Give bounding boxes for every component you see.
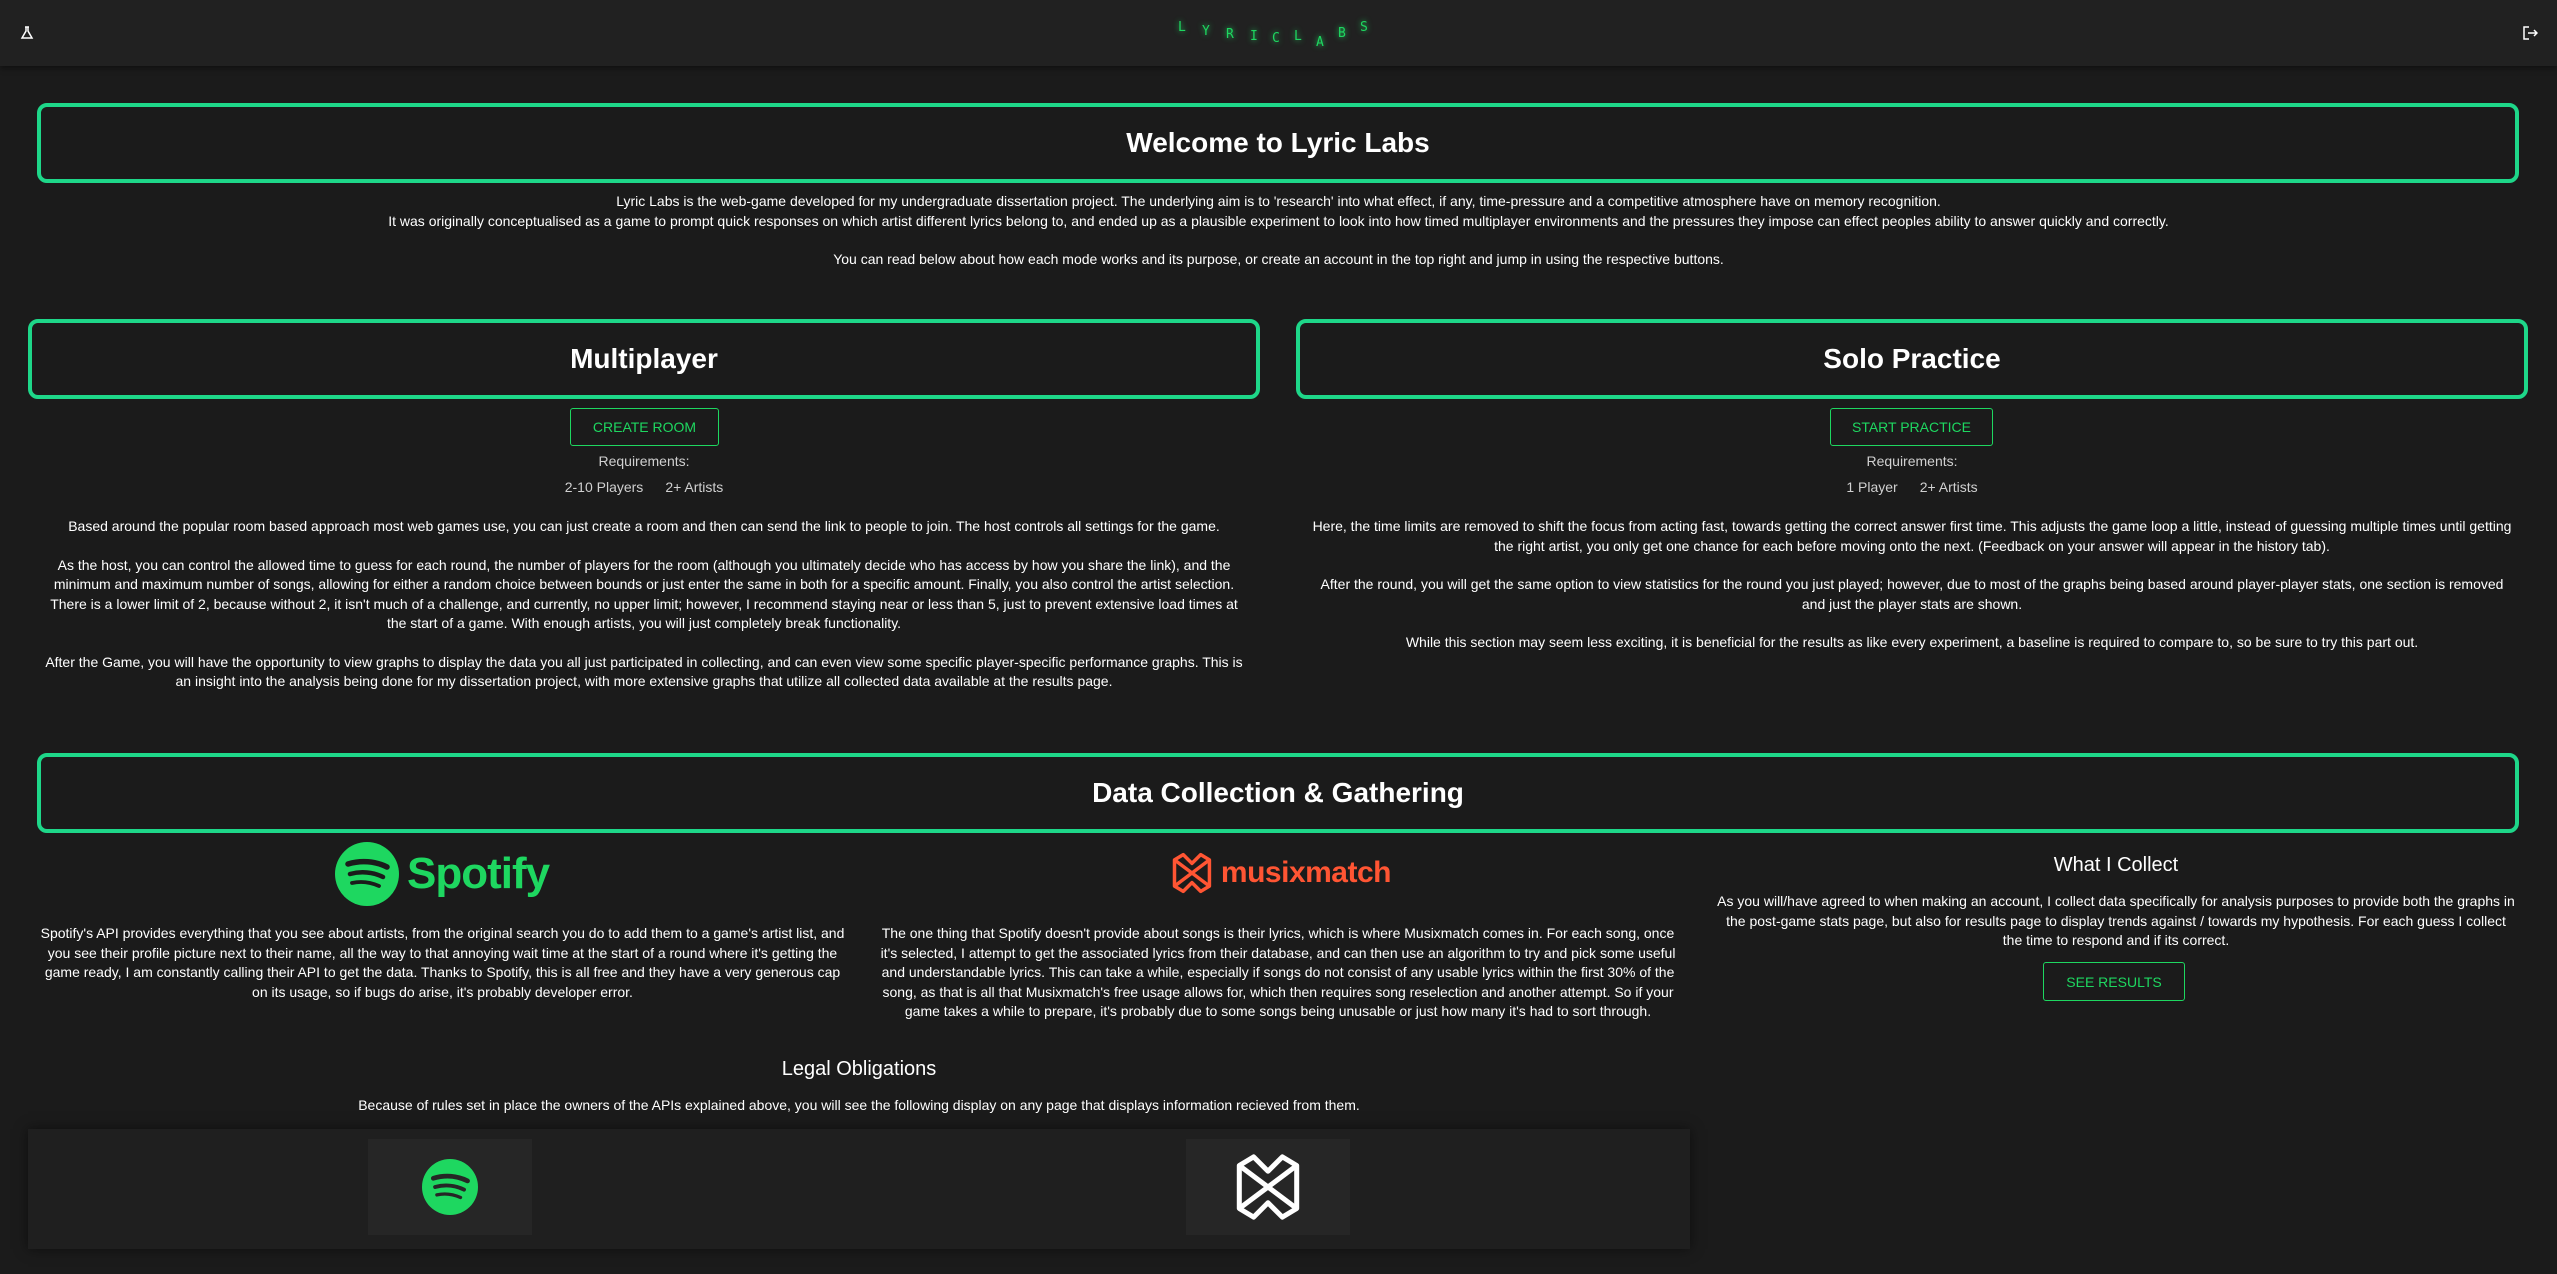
requirements-list: 1 Player 2+ Artists <box>1296 479 2528 495</box>
spotify-wordmark: Spotify <box>407 849 550 898</box>
create-room-button[interactable]: CREATE ROOM <box>570 408 719 446</box>
top-navbar: L Y R I C L A B S <box>0 0 2557 66</box>
musixmatch-icon <box>1172 852 1212 894</box>
start-practice-button[interactable]: START PRACTICE <box>1830 408 1993 446</box>
musixmatch-icon <box>1236 1154 1300 1220</box>
page-title: Welcome to Lyric Labs <box>1126 127 1430 158</box>
attribution-panel <box>28 1129 1690 1249</box>
intro-line: You can read below about how each mode w… <box>833 251 1724 267</box>
welcome-header: Welcome to Lyric Labs <box>37 103 2519 183</box>
see-results-button[interactable]: SEE RESULTS <box>2043 962 2185 1001</box>
musixmatch-wordmark: musixmatch <box>1220 856 1392 889</box>
req-players: 2-10 Players <box>564 479 644 495</box>
logo-letter: I <box>1250 29 1258 44</box>
intro-line: Lyric Labs is the web-game developed for… <box>616 193 1941 209</box>
logo-letter: L <box>1178 20 1186 35</box>
requirements-list: 2-10 Players 2+ Artists <box>28 479 1260 495</box>
spotify-description: Spotify's API provides everything that y… <box>40 925 845 1000</box>
musixmatch-attribution-tile <box>1186 1139 1350 1235</box>
logo-letter: A <box>1316 35 1324 50</box>
what-i-collect-title: What I Collect <box>2053 854 2179 876</box>
multiplayer-header: Multiplayer <box>28 319 1260 399</box>
logo-letter: L <box>1294 29 1302 44</box>
musixmatch-logo: musixmatch <box>1171 848 1392 898</box>
lyric-labs-logo[interactable]: L Y R I C L A B S <box>1170 14 1390 54</box>
req-artists: 2+ Artists <box>1919 479 1978 495</box>
musixmatch-description: The one thing that Spotify doesn't provi… <box>880 925 1676 1019</box>
multiplayer-paragraph: As the host, you can control the allowed… <box>50 556 1238 632</box>
legal-description: Because of rules set in place the owners… <box>358 1097 1360 1113</box>
solo-paragraph: While this section may seem less excitin… <box>1405 634 2419 650</box>
data-collection-header: Data Collection & Gathering <box>37 753 2519 833</box>
logo-letter: R <box>1226 27 1234 42</box>
requirements-label: Requirements: <box>598 453 690 469</box>
intro-line: It was originally conceptualised as a ga… <box>388 212 2169 229</box>
logo-letter: S <box>1360 20 1368 35</box>
multiplayer-paragraph: Based around the popular room based appr… <box>68 518 1220 534</box>
spotify-attribution-tile <box>368 1139 532 1235</box>
logo-letter: B <box>1338 26 1346 41</box>
spotify-icon <box>422 1159 478 1215</box>
welcome-intro: Lyric Labs is the web-game developed for… <box>0 192 2557 270</box>
solo-paragraph: After the round, you will get the same o… <box>1320 576 2504 612</box>
logout-icon[interactable] <box>2519 22 2541 44</box>
solo-description: Here, the time limits are removed to shi… <box>1310 517 2514 672</box>
logo-letter: Y <box>1202 24 1210 39</box>
req-players: 1 Player <box>1846 479 1898 495</box>
requirements-label: Requirements: <box>1866 453 1958 469</box>
multiplayer-paragraph: After the Game, you will have the opport… <box>45 653 1243 690</box>
multiplayer-title: Multiplayer <box>570 343 718 374</box>
multiplayer-description: Based around the popular room based appr… <box>40 517 1248 711</box>
solo-paragraph: Here, the time limits are removed to shi… <box>1312 518 2512 554</box>
solo-title: Solo Practice <box>1823 343 2001 374</box>
solo-header: Solo Practice <box>1296 319 2528 399</box>
req-artists: 2+ Artists <box>665 479 724 495</box>
spotify-icon <box>335 842 399 906</box>
spotify-logo: Spotify <box>335 841 550 907</box>
flask-icon[interactable] <box>16 22 38 44</box>
what-i-collect-description: As you will/have agreed to when making a… <box>1717 893 2515 948</box>
legal-title: Legal Obligations <box>781 1058 937 1080</box>
logo-letter: C <box>1272 31 1280 46</box>
data-collection-title: Data Collection & Gathering <box>1092 777 1464 808</box>
